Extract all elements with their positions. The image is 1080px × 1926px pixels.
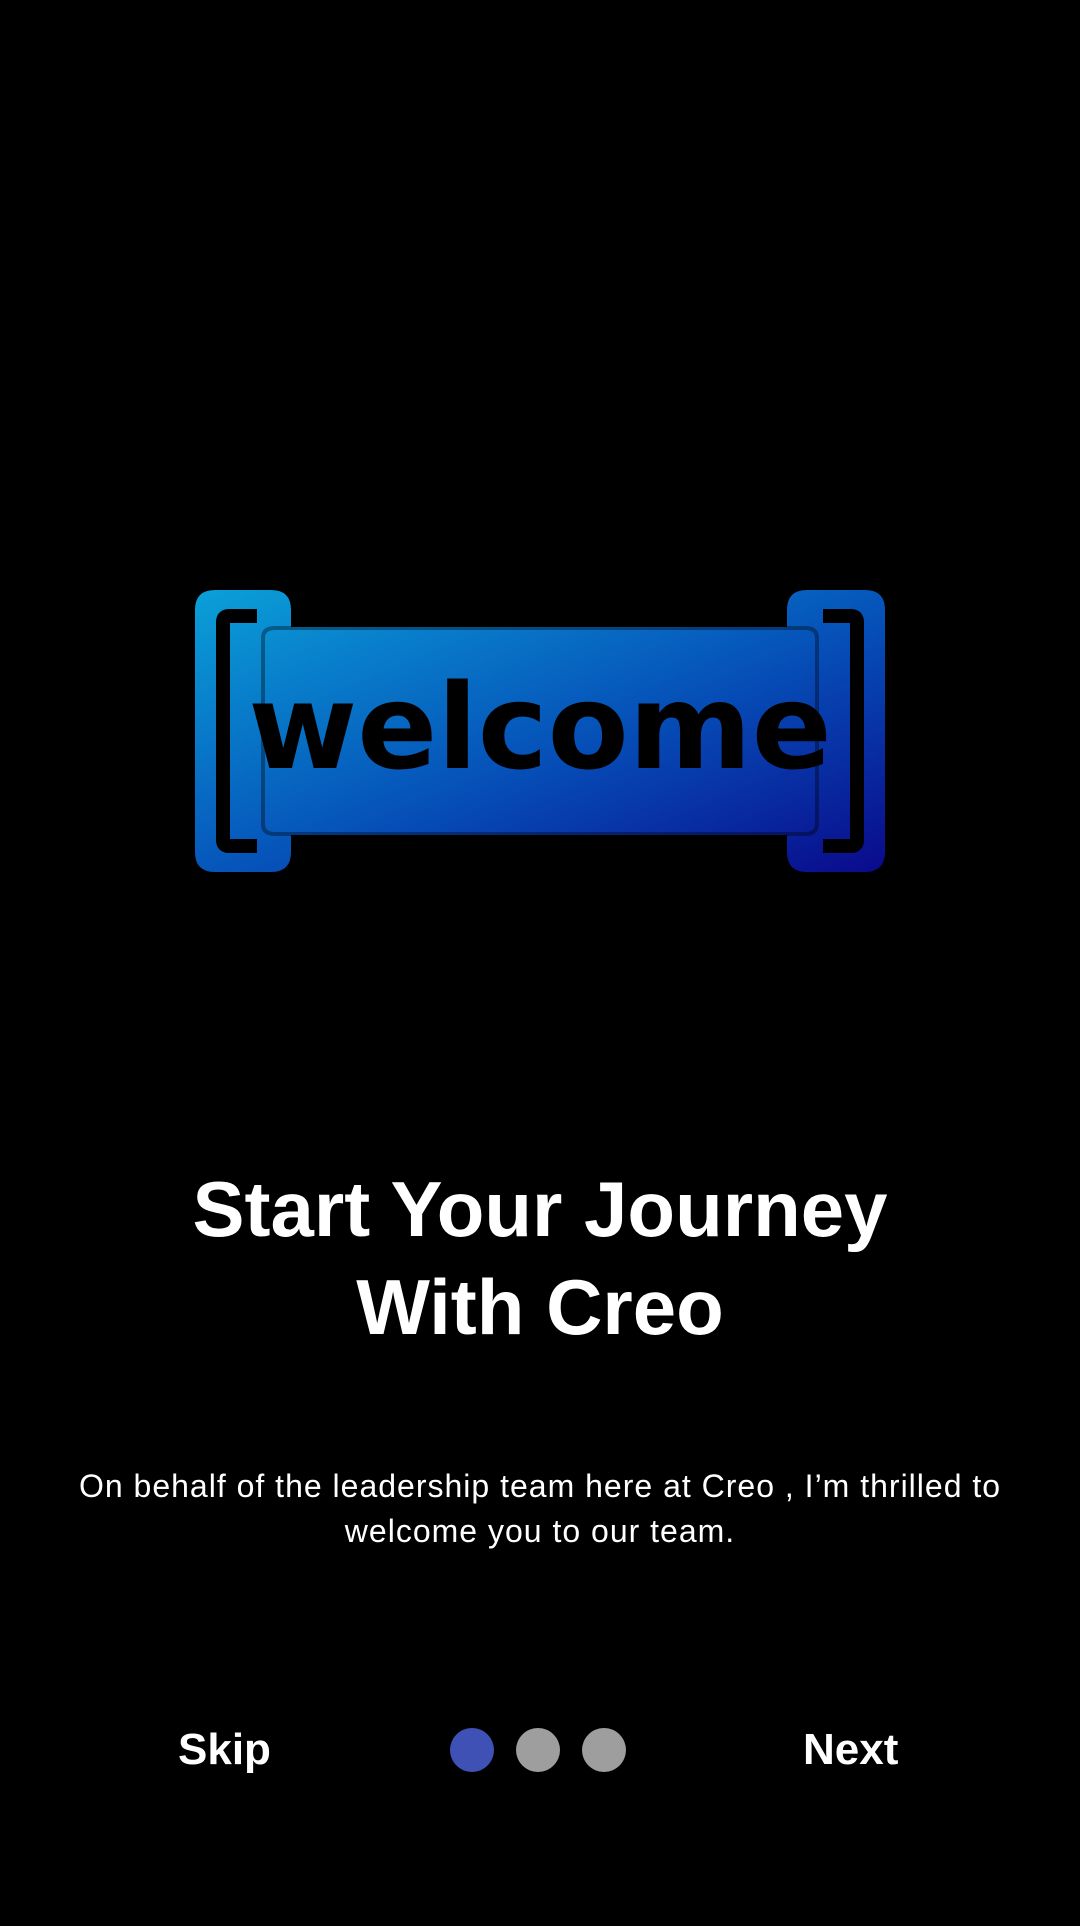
welcome-banner-icon: welcome (195, 590, 885, 872)
page-indicator (450, 1728, 626, 1772)
welcome-logo-text: welcome (248, 658, 832, 796)
onboarding-footer: Skip Next (0, 1720, 1080, 1780)
page-dot-2[interactable] (516, 1728, 560, 1772)
page-dot-3[interactable] (582, 1728, 626, 1772)
onboarding-screen: welcome Start Your Journey With Creo On … (0, 0, 1080, 1926)
skip-button[interactable]: Skip (178, 1720, 271, 1780)
title-line-2: With Creo (356, 1263, 724, 1351)
title-line-1: Start Your Journey (192, 1165, 888, 1253)
page-title: Start Your Journey With Creo (0, 1160, 1080, 1356)
next-button[interactable]: Next (803, 1720, 898, 1780)
welcome-logo: welcome (195, 590, 885, 872)
page-dot-1[interactable] (450, 1728, 494, 1772)
welcome-message: On behalf of the leadership team here at… (78, 1468, 1002, 1549)
